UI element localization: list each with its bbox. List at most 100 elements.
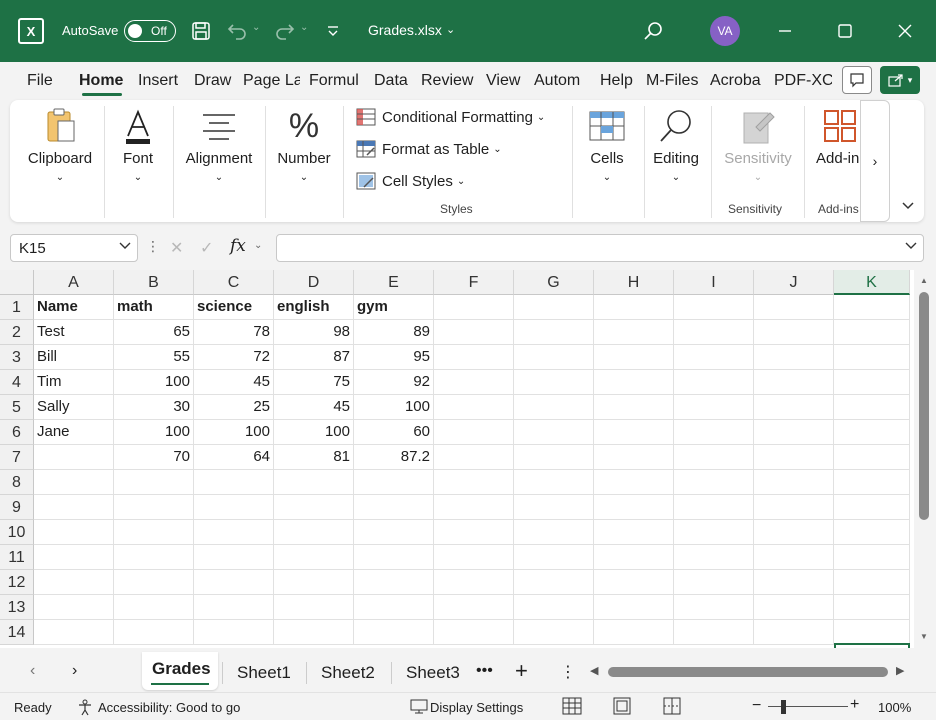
cell[interactable] [754, 370, 834, 395]
column-header[interactable]: I [674, 270, 754, 295]
cell[interactable] [434, 620, 514, 645]
cell[interactable] [114, 495, 194, 520]
comments-button[interactable] [842, 66, 872, 94]
cell[interactable]: 89 [354, 320, 434, 345]
cell[interactable] [434, 595, 514, 620]
cell[interactable]: 64 [194, 445, 274, 470]
cell[interactable] [514, 545, 594, 570]
cell[interactable]: 87.2 [354, 445, 434, 470]
cell[interactable] [594, 445, 674, 470]
cell[interactable] [434, 470, 514, 495]
cell[interactable] [674, 545, 754, 570]
vertical-scrollbar[interactable]: ▲ ▼ [914, 270, 936, 648]
cell[interactable] [834, 420, 910, 445]
cell[interactable] [674, 295, 754, 320]
cell[interactable] [194, 570, 274, 595]
row-header[interactable]: 10 [0, 520, 34, 545]
cell[interactable] [834, 595, 910, 620]
cell[interactable] [834, 570, 910, 595]
cell[interactable] [34, 595, 114, 620]
tab-file[interactable]: File [27, 72, 55, 90]
tab-data[interactable]: Data [374, 72, 412, 90]
cell[interactable] [354, 470, 434, 495]
chevron-down-icon[interactable] [898, 196, 918, 216]
cell[interactable] [434, 545, 514, 570]
tab-help[interactable]: Help [600, 72, 638, 90]
cell[interactable] [354, 620, 434, 645]
row-header[interactable]: 8 [0, 470, 34, 495]
cell[interactable] [434, 495, 514, 520]
cell[interactable] [114, 470, 194, 495]
column-header[interactable]: D [274, 270, 354, 295]
cell[interactable] [354, 545, 434, 570]
customize-toolbar-icon[interactable] [324, 20, 342, 42]
cell[interactable] [34, 445, 114, 470]
cell[interactable] [594, 295, 674, 320]
alignment-button[interactable]: Alignment ⌄ [178, 104, 260, 194]
cell[interactable]: 45 [194, 370, 274, 395]
maximize-button[interactable] [830, 16, 860, 46]
close-button[interactable] [890, 16, 920, 46]
row-header[interactable]: 11 [0, 545, 34, 570]
cell[interactable] [834, 495, 910, 520]
cell[interactable] [594, 370, 674, 395]
zoom-slider[interactable] [768, 706, 848, 707]
page-break-view-icon[interactable] [662, 697, 684, 717]
insert-function-button[interactable]: fx [230, 236, 246, 256]
cell[interactable] [34, 470, 114, 495]
chevron-down-icon[interactable]: ⌄ [254, 240, 262, 251]
number-button[interactable]: % Number ⌄ [270, 104, 338, 194]
cell[interactable] [594, 520, 674, 545]
cell[interactable] [594, 470, 674, 495]
cell[interactable] [514, 620, 594, 645]
cell[interactable]: science [194, 295, 274, 320]
cell[interactable] [594, 495, 674, 520]
row-header[interactable]: 6 [0, 420, 34, 445]
cell[interactable] [754, 620, 834, 645]
cell[interactable] [274, 595, 354, 620]
row-header[interactable]: 7 [0, 445, 34, 470]
spreadsheet-grid[interactable]: A B C D E F G H I J K 1 Name math science english gym 2 Te… [0, 270, 936, 648]
row-header[interactable]: 3 [0, 345, 34, 370]
row-header[interactable]: 9 [0, 495, 34, 520]
cell[interactable] [434, 420, 514, 445]
cell[interactable] [754, 295, 834, 320]
zoom-level[interactable]: 100% [878, 700, 911, 715]
row-header[interactable]: 1 [0, 295, 34, 320]
cell[interactable]: math [114, 295, 194, 320]
tab-insert[interactable]: Insert [138, 72, 184, 90]
column-header[interactable]: B [114, 270, 194, 295]
row-header[interactable]: 5 [0, 395, 34, 420]
add-sheet-icon[interactable]: + [515, 658, 528, 684]
cell[interactable]: 100 [194, 420, 274, 445]
sensitivity-button[interactable]: Sensitivity ⌄ [716, 104, 800, 194]
undo-dropdown-icon[interactable]: ⌄ [252, 22, 260, 33]
cell[interactable] [34, 570, 114, 595]
cell[interactable]: 78 [194, 320, 274, 345]
chevron-down-icon[interactable] [119, 241, 131, 253]
sheet-tab-sheet2[interactable]: Sheet2 [321, 663, 375, 683]
cell[interactable]: 98 [274, 320, 354, 345]
scroll-down-icon[interactable]: ▼ [920, 632, 928, 641]
cell[interactable] [514, 595, 594, 620]
tab-page-layout[interactable]: Page La [243, 72, 300, 90]
cell[interactable] [194, 470, 274, 495]
tab-review[interactable]: Review [421, 72, 476, 90]
page-layout-view-icon[interactable] [612, 697, 634, 717]
sheet-tab-grades[interactable]: Grades [152, 659, 211, 679]
column-header[interactable]: E [354, 270, 434, 295]
cell[interactable] [354, 520, 434, 545]
cell[interactable]: Jane [34, 420, 114, 445]
cell[interactable] [594, 595, 674, 620]
cell[interactable]: 30 [114, 395, 194, 420]
cell[interactable] [194, 595, 274, 620]
cell[interactable] [434, 295, 514, 320]
cell[interactable]: Tim [34, 370, 114, 395]
cell[interactable]: 60 [354, 420, 434, 445]
cell[interactable] [274, 520, 354, 545]
cell-styles-button[interactable]: Cell Styles ⌄ [356, 172, 465, 190]
cell[interactable] [354, 570, 434, 595]
cell[interactable] [754, 595, 834, 620]
minimize-button[interactable] [770, 16, 800, 46]
cell[interactable] [274, 470, 354, 495]
